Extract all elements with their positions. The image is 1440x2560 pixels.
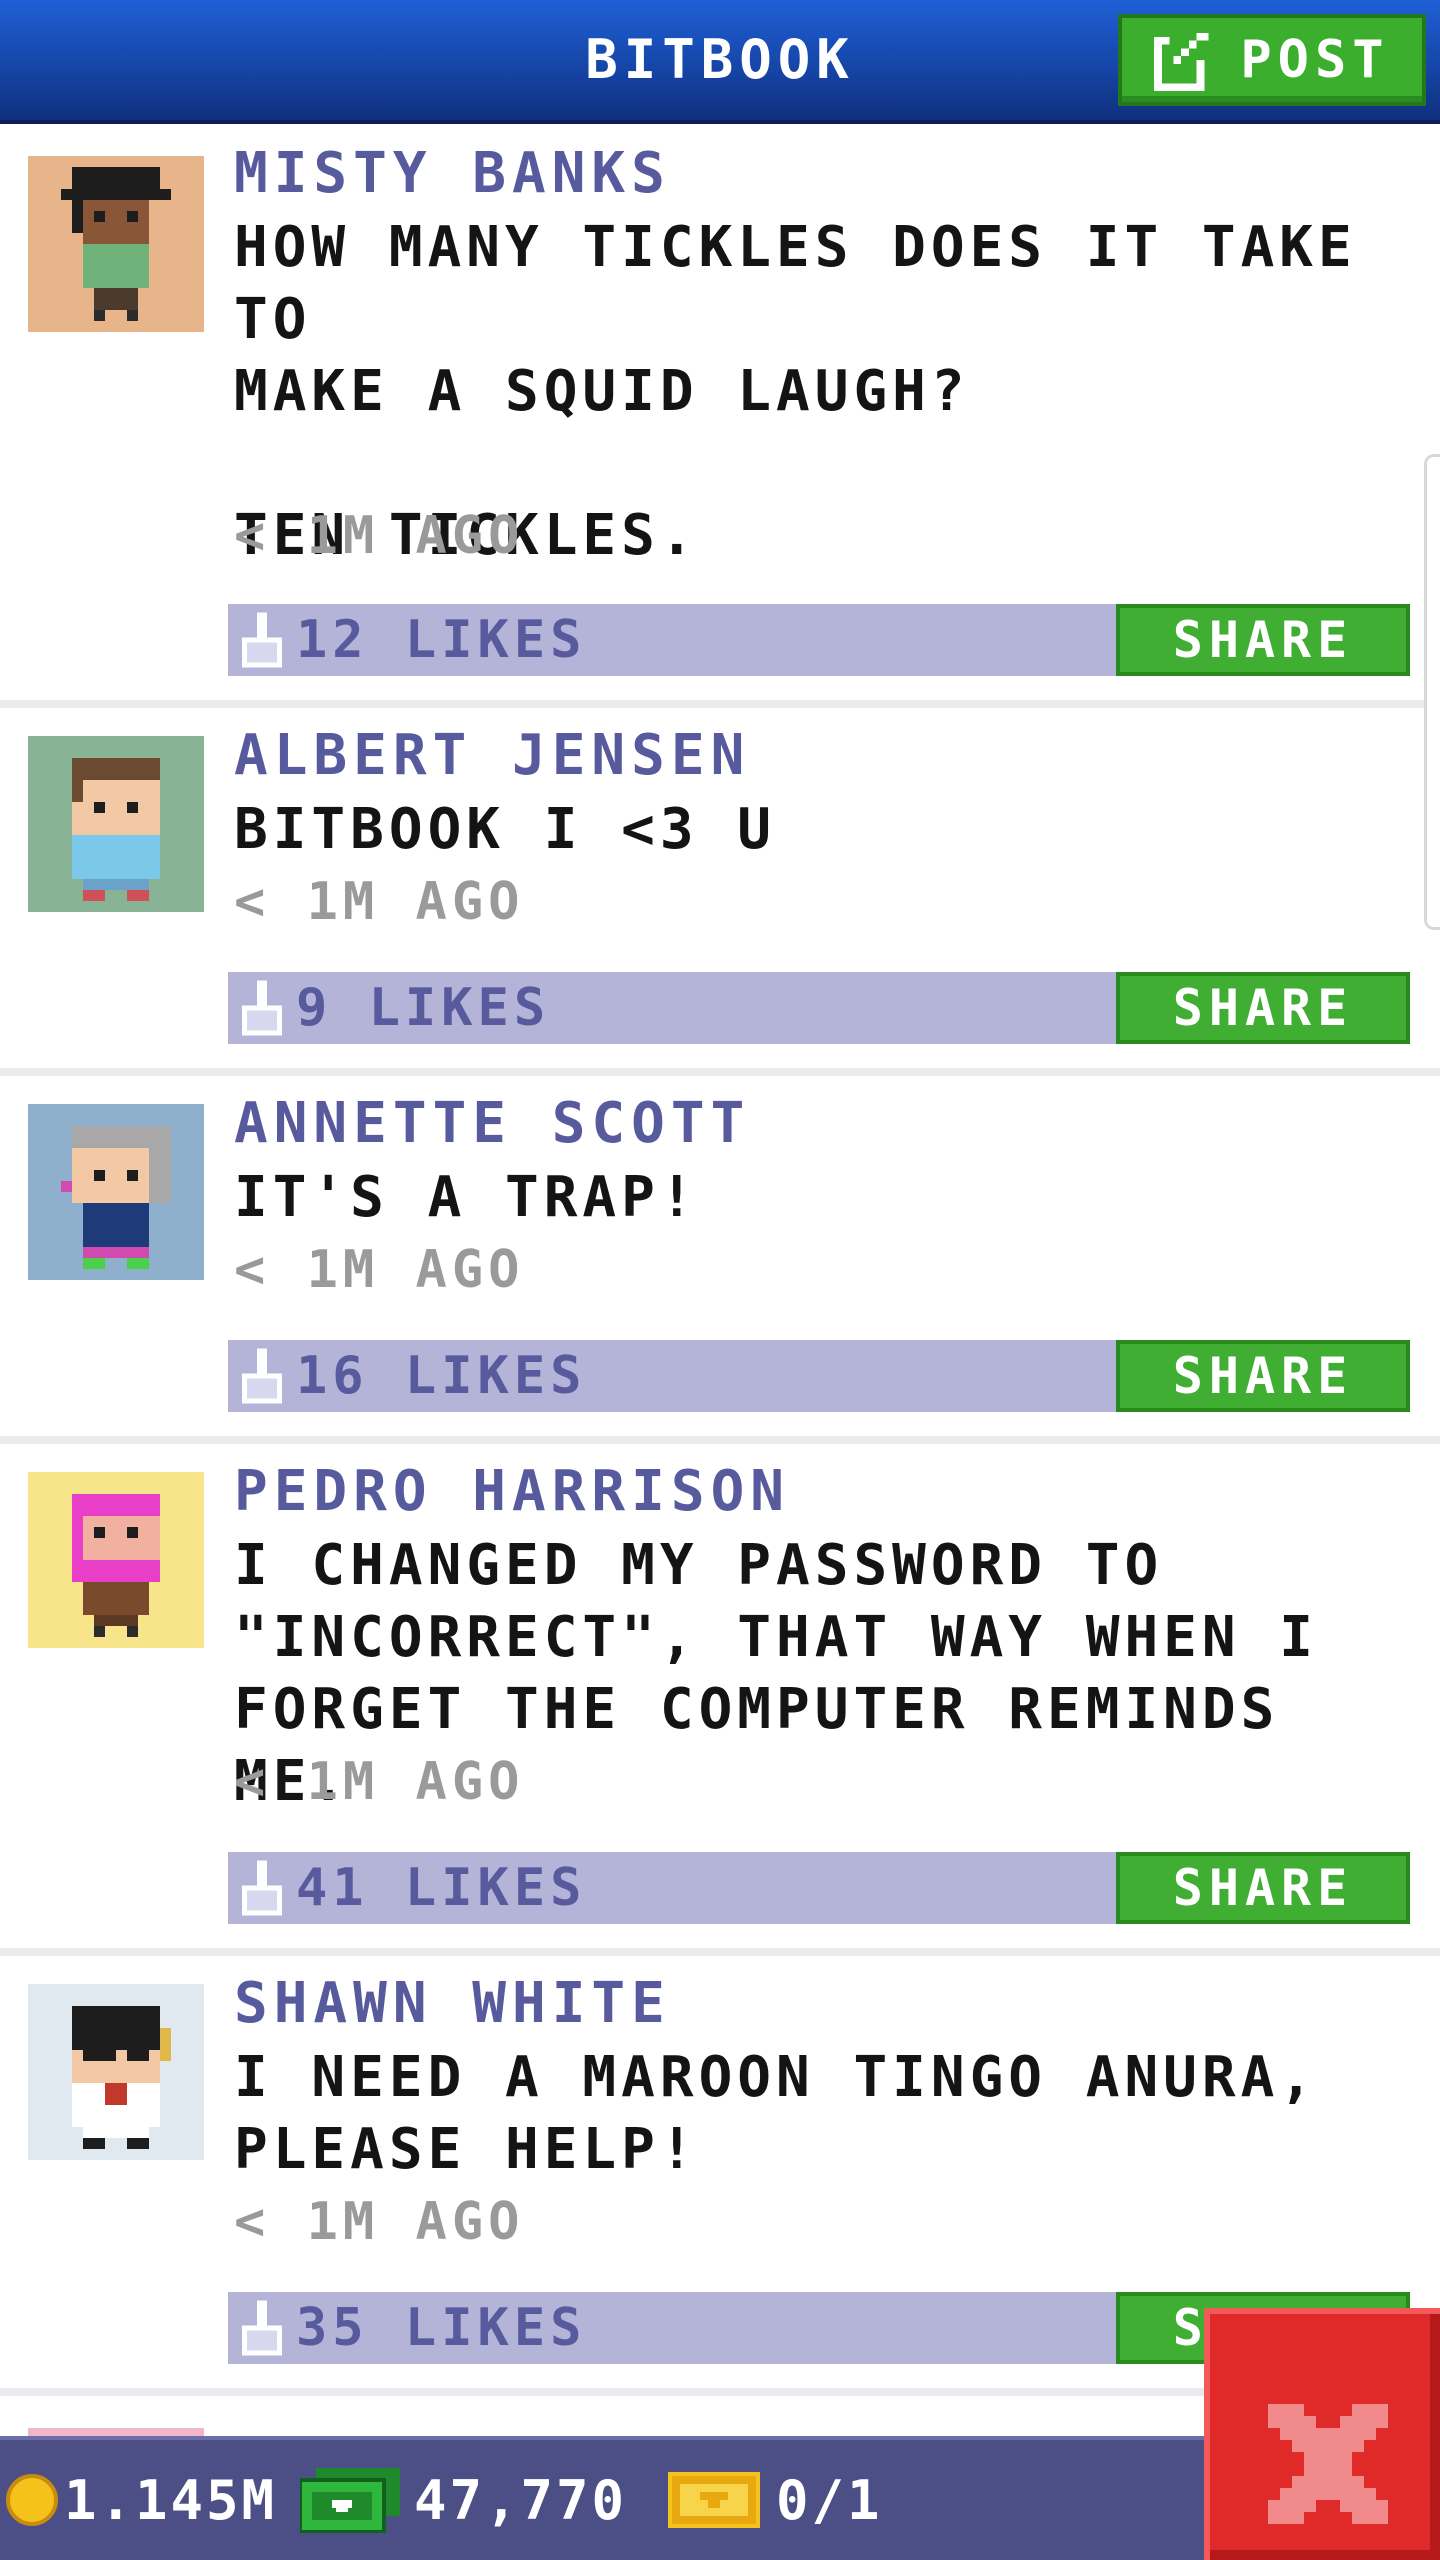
ticket-icon [668,2472,760,2528]
app-header: BITBOOK POST [0,0,1440,124]
like-hand-icon [242,2300,282,2356]
post-text: BITBOOK I <3 U [234,797,777,862]
close-x-icon [1268,2404,1388,2524]
avatar[interactable] [28,1472,204,1648]
avatar[interactable] [28,1984,204,2160]
post-timestamp: < 1M AGO [234,2192,525,2252]
close-button[interactable] [1204,2308,1440,2560]
feed-post: ANNETTE SCOTT IT'S A TRAP! < 1M AGO 16 L… [0,1076,1440,1444]
like-count: 35 LIKES [296,2298,587,2358]
coins-counter: 1.145M [6,2440,277,2560]
post-author: SHAWN WHITE [234,1971,671,2036]
like-button[interactable]: 12 LIKES [228,604,828,676]
scrollbar[interactable] [1424,454,1440,930]
post-text: I NEED A MAROON TINGO ANURA, PLEASE HELP… [234,2045,1319,2182]
like-button[interactable]: 41 LIKES [228,1852,828,1924]
feed-post: ALBERT JENSEN BITBOOK I <3 U < 1M AGO 9 … [0,708,1440,1076]
post-action-bar: 12 LIKES SHARE [228,604,1410,676]
like-count: 41 LIKES [296,1858,587,1918]
post-text: IT'S A TRAP! [234,1165,699,1230]
cash-icon [300,2468,400,2533]
tickets-value: 0/1 [776,2468,883,2532]
post-author: ALBERT JENSEN [234,723,751,788]
share-button[interactable]: SHARE [1116,1340,1410,1412]
post-author: MISTY BANKS [234,141,671,206]
like-count: 9 LIKES [296,978,551,1038]
share-button[interactable]: SHARE [1116,604,1410,676]
post-action-bar: 41 LIKES SHARE [228,1852,1410,1924]
like-count: 16 LIKES [296,1346,587,1406]
avatar[interactable] [28,156,204,332]
feed[interactable]: MISTY BANKS HOW MANY TICKLES DOES IT TAK… [0,124,1440,2436]
like-button[interactable]: 9 LIKES [228,972,828,1044]
post-edit-icon [1154,32,1213,91]
post-author: PEDRO HARRISON [234,1459,791,1524]
share-button[interactable]: SHARE [1116,972,1410,1044]
post-action-bar: 16 LIKES SHARE [228,1340,1410,1412]
bux-counter[interactable]: 47,770 [300,2440,627,2560]
post-timestamp: < 1M AGO [234,1752,525,1812]
feed-post: MISTY BANKS HOW MANY TICKLES DOES IT TAK… [0,124,1440,708]
post-timestamp: < 1M AGO [234,506,525,566]
like-button[interactable]: 35 LIKES [228,2292,828,2364]
coins-value: 1.145M [64,2468,278,2532]
feed-post: PEDRO HARRISON I CHANGED MY PASSWORD TO … [0,1444,1440,1956]
post-author: ANNETTE SCOTT [234,1091,751,1156]
like-hand-icon [242,612,282,668]
post-button-label: POST [1240,30,1390,90]
tickets-counter: 0/1 [668,2440,883,2560]
coin-icon [6,2474,58,2526]
like-hand-icon [242,1860,282,1916]
post-action-bar: 9 LIKES SHARE [228,972,1410,1044]
like-hand-icon [242,980,282,1036]
post-button[interactable]: POST [1118,14,1426,106]
post-timestapm: < 1M AGO [234,872,525,932]
like-count: 12 LIKES [296,610,587,670]
like-button[interactable]: 16 LIKES [228,1340,828,1412]
avatar[interactable] [28,736,204,912]
share-button[interactable]: SHARE [1116,1852,1410,1924]
post-timestamp: < 1M AGO [234,1240,525,1300]
like-hand-icon [242,1348,282,1404]
avatar[interactable] [28,1104,204,1280]
bux-value: 47,770 [414,2468,628,2532]
